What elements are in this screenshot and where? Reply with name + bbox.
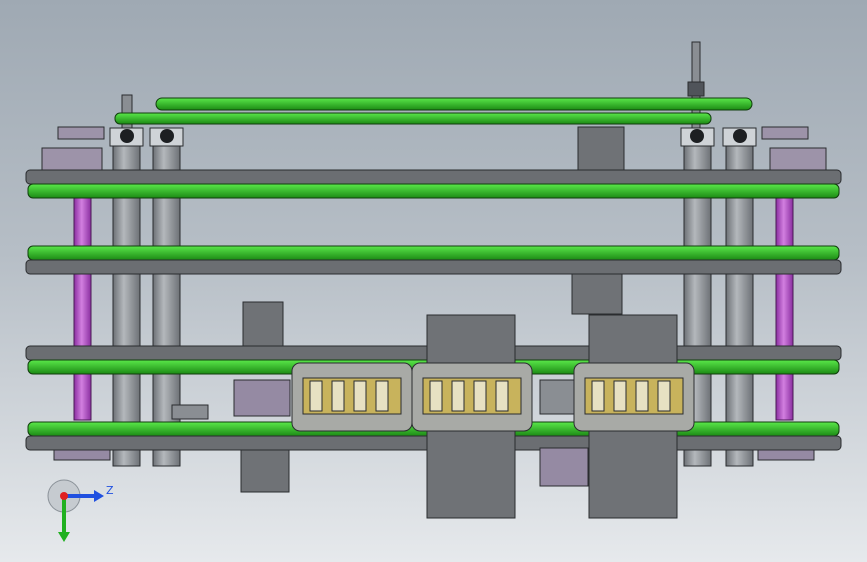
top-timing-belt bbox=[114, 97, 753, 125]
cad-viewport[interactable]: Z bbox=[0, 0, 867, 562]
orientation-triad: Z bbox=[46, 478, 116, 548]
top-left-mount bbox=[41, 126, 105, 171]
triad-z-label: Z bbox=[106, 484, 114, 497]
triad-graphic: Z bbox=[47, 479, 114, 542]
motor-upper-left bbox=[242, 301, 284, 347]
top-right-mount bbox=[761, 126, 827, 171]
housing-upper-a bbox=[426, 314, 516, 364]
motor-lower-left bbox=[240, 449, 290, 493]
bracket-center-low bbox=[539, 447, 589, 487]
magenta-rod-right bbox=[775, 197, 794, 421]
housing-lower-a bbox=[426, 425, 516, 519]
sensor-left bbox=[171, 404, 209, 420]
rail-2 bbox=[25, 245, 842, 275]
assembly-model[interactable] bbox=[0, 0, 867, 562]
housing-lower-b bbox=[588, 425, 678, 519]
housing-upper-b bbox=[588, 314, 678, 364]
rail-1 bbox=[25, 169, 842, 199]
magenta-rod-left bbox=[73, 197, 92, 421]
sensor-center bbox=[539, 379, 575, 415]
triad-z-arrow-icon bbox=[94, 490, 104, 502]
bracket-left bbox=[233, 379, 291, 417]
bracket-bottom-left bbox=[53, 449, 111, 461]
pulley-icons bbox=[120, 129, 747, 143]
triad-y-arrow-icon bbox=[58, 532, 70, 542]
bracket-bottom-right bbox=[757, 449, 815, 461]
triad-x-axis-dot bbox=[60, 492, 68, 500]
motor-mid-right bbox=[571, 273, 623, 315]
top-motor-block bbox=[577, 126, 625, 172]
post-caps bbox=[109, 127, 757, 147]
